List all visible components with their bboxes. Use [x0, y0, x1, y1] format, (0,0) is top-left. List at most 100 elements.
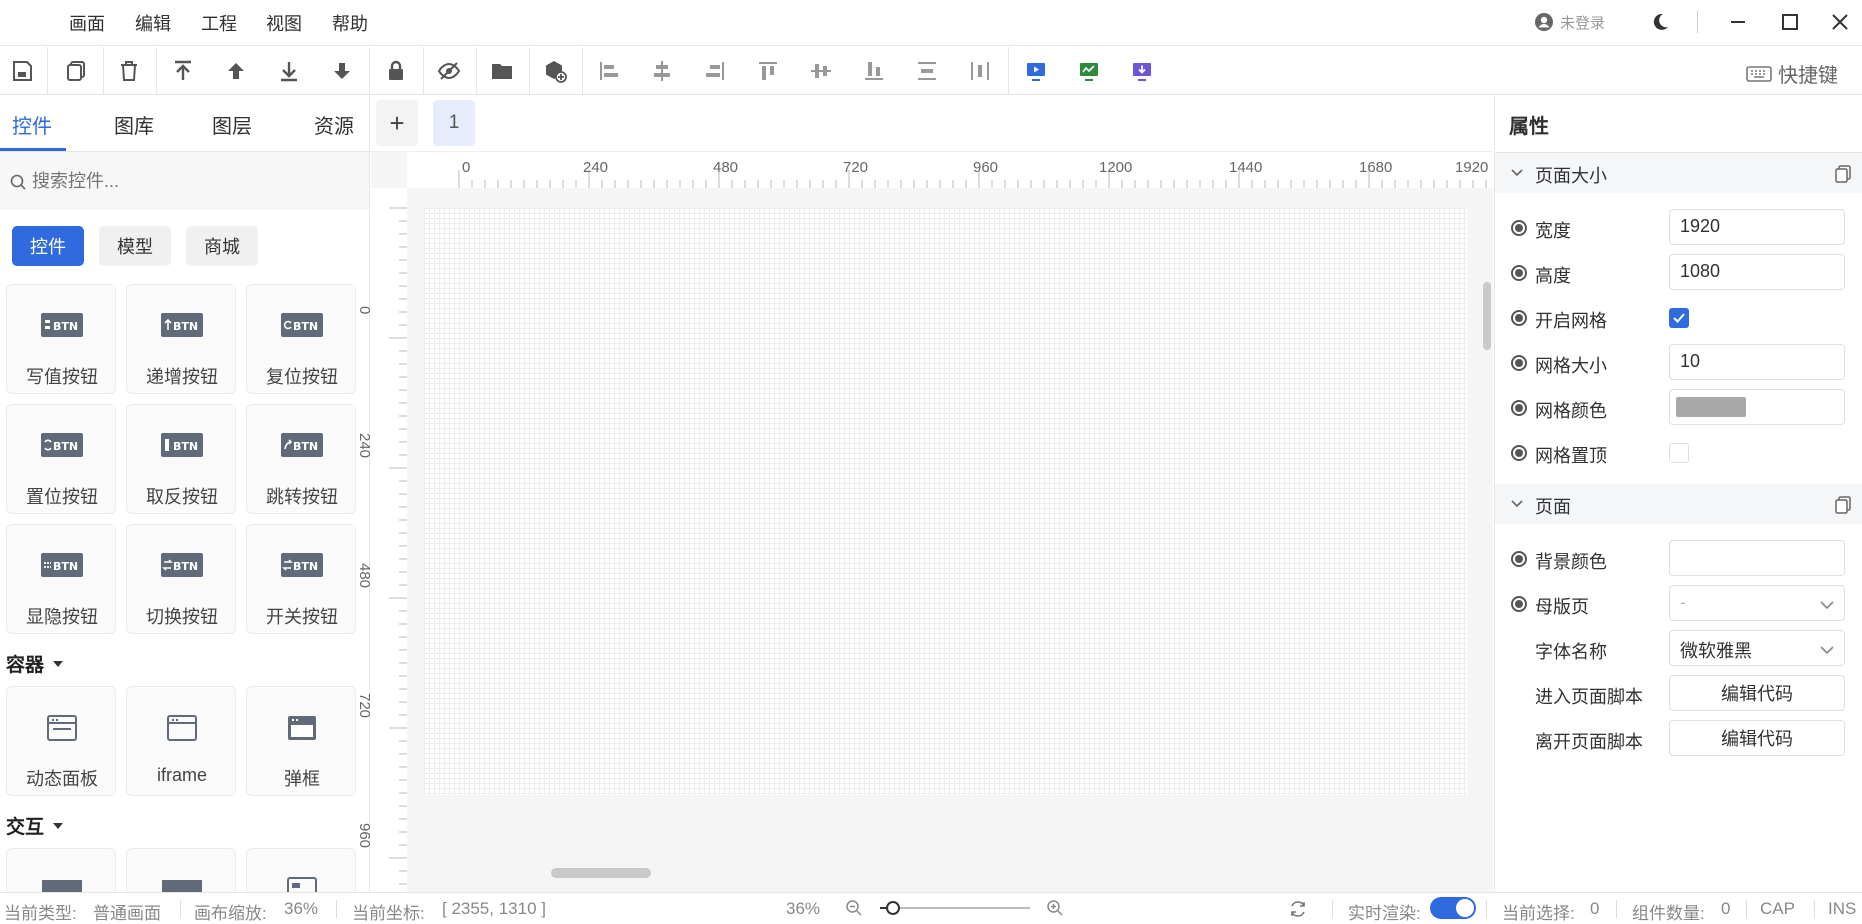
close-button[interactable] [1826, 8, 1854, 36]
width-input[interactable]: 1920 [1669, 209, 1845, 245]
count-label: 组件数量: [1632, 904, 1705, 923]
distribute-v-button[interactable] [966, 57, 994, 85]
chip-controls[interactable]: 控件 [12, 226, 84, 266]
font-select[interactable]: 微软雅黑 [1669, 630, 1845, 666]
dialog-card[interactable]: 弹框 [246, 686, 356, 796]
bring-to-top-button[interactable] [169, 57, 197, 85]
tab-resources[interactable]: 资源 [314, 110, 354, 139]
edit-leave-script-button[interactable]: 编辑代码 [1669, 720, 1845, 756]
set-button-card[interactable]: BTN 置位按钮 [6, 404, 116, 514]
arrow-down-icon [334, 63, 350, 79]
grid-enabled-checkbox[interactable] [1669, 308, 1689, 328]
prop-label: 宽度 [1535, 221, 1571, 241]
invert-button-card[interactable]: BTN 取反按钮 [126, 404, 236, 514]
jump-button-card[interactable]: BTN 跳转按钮 [246, 404, 356, 514]
interact-card[interactable] [6, 848, 116, 892]
height-input[interactable]: 1080 [1669, 254, 1845, 290]
add-component-button[interactable] [541, 57, 569, 85]
menu-view[interactable]: 视图 [266, 10, 302, 36]
radio-icon[interactable] [1511, 265, 1527, 281]
dynamic-panel-card[interactable]: 动态面板 [6, 686, 116, 796]
zoom-slider-handle[interactable] [886, 901, 900, 915]
open-folder-button[interactable] [488, 57, 516, 85]
interact-card[interactable] [126, 848, 236, 892]
radio-icon[interactable] [1511, 551, 1527, 567]
search-box[interactable] [0, 152, 369, 210]
page-tab-1[interactable]: 1 [433, 100, 475, 146]
toggle-button-card[interactable]: BTN 开关按钮 [246, 524, 356, 634]
tab-controls[interactable]: 控件 [12, 110, 52, 139]
menu-project[interactable]: 工程 [201, 10, 237, 36]
radio-icon[interactable] [1511, 596, 1527, 612]
menu-help[interactable]: 帮助 [332, 10, 368, 36]
design-canvas[interactable] [424, 208, 1468, 795]
align-middle-button[interactable] [807, 57, 835, 85]
radio-icon[interactable] [1511, 445, 1527, 461]
align-center-h-button[interactable] [648, 57, 676, 85]
edit-enter-script-button[interactable]: 编辑代码 [1669, 675, 1845, 711]
reset-button-card[interactable]: BTN 复位按钮 [246, 284, 356, 394]
vertical-scrollbar[interactable] [1483, 282, 1491, 350]
save-button[interactable] [8, 57, 36, 85]
send-backward-button[interactable] [328, 57, 356, 85]
align-left-button[interactable] [595, 57, 623, 85]
zoom-out-icon[interactable] [845, 899, 863, 917]
search-input[interactable] [32, 164, 352, 198]
hide-button[interactable] [435, 57, 463, 85]
prop-leave-script: 离开页面脚本 编辑代码 [1511, 720, 1851, 758]
horizontal-scrollbar[interactable] [551, 868, 651, 878]
menu-screen[interactable]: 画面 [69, 10, 105, 36]
theme-toggle-button[interactable] [1646, 8, 1674, 36]
align-right-button[interactable] [701, 57, 729, 85]
minimize-button[interactable] [1724, 8, 1752, 36]
zoom-slider[interactable] [880, 901, 1030, 915]
radio-icon[interactable] [1511, 355, 1527, 371]
prop-width: 宽度 1920 [1511, 209, 1851, 247]
radio-icon[interactable] [1511, 400, 1527, 416]
realtime-render-toggle[interactable] [1430, 897, 1476, 919]
interact-card[interactable] [246, 848, 356, 892]
copy-icon[interactable] [1835, 496, 1851, 514]
grid-size-input[interactable]: 10 [1669, 344, 1845, 380]
master-page-select[interactable]: - [1669, 585, 1845, 621]
tab-layers[interactable]: 图层 [212, 110, 252, 139]
chip-store[interactable]: 商城 [186, 226, 258, 266]
section-page[interactable]: 页面 [1495, 484, 1862, 524]
section-container-header[interactable]: 容器 [6, 650, 64, 677]
preview-button[interactable] [1022, 57, 1050, 85]
align-bottom-button[interactable] [860, 57, 888, 85]
write-value-button-card[interactable]: BTN 写值按钮 [6, 284, 116, 394]
runtime-button[interactable] [1075, 57, 1103, 85]
add-page-button[interactable]: + [376, 100, 418, 146]
delete-button[interactable] [115, 57, 143, 85]
maximize-button[interactable] [1776, 8, 1804, 36]
chip-models[interactable]: 模型 [99, 226, 171, 266]
section-interact-header[interactable]: 交互 [6, 812, 64, 839]
download-button[interactable] [1128, 57, 1156, 85]
zoom-in-icon[interactable] [1046, 899, 1064, 917]
horizontal-ruler: 0 240 480 720 960 1200 1440 1680 1920 [407, 152, 1493, 188]
tab-gallery[interactable]: 图库 [114, 110, 154, 139]
chevron-down-icon [1820, 601, 1834, 610]
login-button[interactable]: 未登录 [1534, 11, 1605, 33]
grid-color-picker[interactable] [1669, 389, 1845, 425]
save-as-button[interactable] [62, 57, 90, 85]
radio-icon[interactable] [1511, 220, 1527, 236]
send-to-bottom-button[interactable] [275, 57, 303, 85]
iframe-card[interactable]: iframe [126, 686, 236, 796]
shortcut-button[interactable]: 快捷键 [1746, 59, 1838, 88]
distribute-h-button[interactable] [913, 57, 941, 85]
bring-forward-button[interactable] [222, 57, 250, 85]
grid-top-checkbox[interactable] [1669, 443, 1689, 463]
section-page-size[interactable]: 页面大小 [1495, 153, 1862, 193]
copy-icon[interactable] [1835, 165, 1851, 183]
switch-button-card[interactable]: BTN 切换按钮 [126, 524, 236, 634]
refresh-icon[interactable] [1288, 899, 1308, 919]
visibility-button-card[interactable]: BTN 显隐按钮 [6, 524, 116, 634]
background-color-picker[interactable] [1669, 540, 1845, 576]
increment-button-card[interactable]: BTN 递增按钮 [126, 284, 236, 394]
menu-edit[interactable]: 编辑 [135, 10, 171, 36]
align-top-button[interactable] [754, 57, 782, 85]
radio-icon[interactable] [1511, 310, 1527, 326]
lock-button[interactable] [382, 57, 410, 85]
